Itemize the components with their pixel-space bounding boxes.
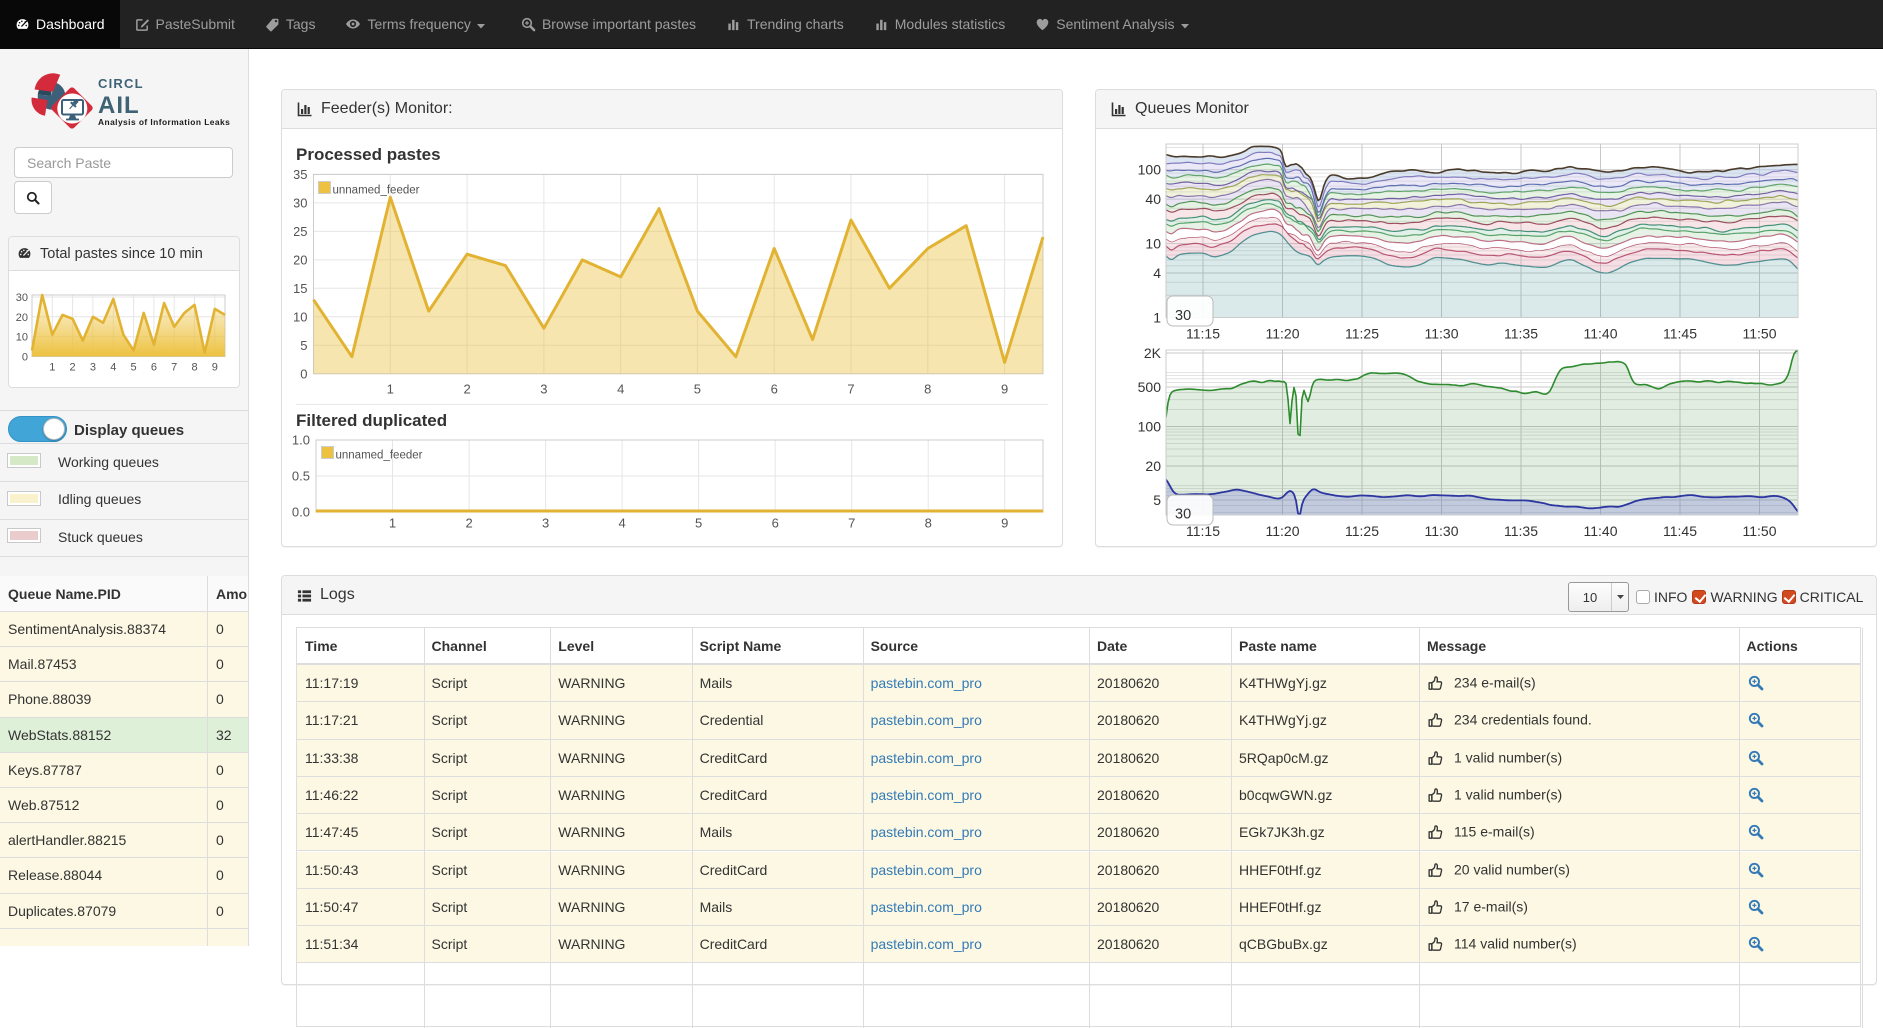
svg-text:25: 25 xyxy=(294,224,308,239)
svg-text:1: 1 xyxy=(49,362,55,374)
svg-text:9: 9 xyxy=(1001,381,1008,396)
svg-text:11:30: 11:30 xyxy=(1425,523,1459,539)
svg-text:11:25: 11:25 xyxy=(1345,326,1379,342)
svg-text:40: 40 xyxy=(1145,191,1161,207)
svg-text:1: 1 xyxy=(387,381,394,396)
svg-text:35: 35 xyxy=(294,168,308,182)
svg-text:7: 7 xyxy=(171,362,177,374)
svg-text:11:45: 11:45 xyxy=(1663,326,1697,342)
svg-text:0.0: 0.0 xyxy=(292,505,310,520)
svg-text:8: 8 xyxy=(925,516,932,531)
svg-text:4: 4 xyxy=(617,381,624,396)
svg-text:1: 1 xyxy=(389,516,396,531)
svg-text:0: 0 xyxy=(300,366,307,381)
svg-text:5: 5 xyxy=(300,338,307,353)
svg-text:4: 4 xyxy=(618,516,625,531)
svg-text:unnamed_feeder: unnamed_feeder xyxy=(333,185,420,197)
svg-text:6: 6 xyxy=(772,516,779,531)
svg-text:3: 3 xyxy=(542,516,549,531)
svg-text:20: 20 xyxy=(1145,458,1161,474)
svg-text:unnamed_feeder: unnamed_feeder xyxy=(336,450,423,462)
svg-text:100: 100 xyxy=(1138,419,1162,435)
svg-text:8: 8 xyxy=(924,381,931,396)
svg-text:11:50: 11:50 xyxy=(1743,326,1777,342)
svg-text:0.5: 0.5 xyxy=(292,469,310,484)
svg-text:8: 8 xyxy=(191,362,197,374)
svg-text:11:35: 11:35 xyxy=(1504,523,1538,539)
svg-text:11:20: 11:20 xyxy=(1266,523,1300,539)
svg-text:4: 4 xyxy=(110,362,116,374)
svg-text:30: 30 xyxy=(1175,308,1191,324)
svg-text:7: 7 xyxy=(847,381,854,396)
svg-text:500: 500 xyxy=(1138,379,1162,395)
svg-text:11:30: 11:30 xyxy=(1425,326,1459,342)
svg-text:20: 20 xyxy=(294,252,308,267)
svg-text:3: 3 xyxy=(90,362,96,374)
svg-text:7: 7 xyxy=(848,516,855,531)
svg-text:5: 5 xyxy=(694,381,701,396)
svg-text:10: 10 xyxy=(16,332,28,344)
svg-text:9: 9 xyxy=(212,362,218,374)
svg-text:11:50: 11:50 xyxy=(1743,523,1777,539)
svg-text:30: 30 xyxy=(1175,507,1191,523)
svg-text:11:45: 11:45 xyxy=(1663,523,1697,539)
svg-text:1.0: 1.0 xyxy=(292,433,310,448)
svg-text:11:15: 11:15 xyxy=(1186,326,1220,342)
svg-text:9: 9 xyxy=(1001,516,1008,531)
svg-text:30: 30 xyxy=(294,195,308,210)
svg-text:2: 2 xyxy=(463,381,470,396)
svg-text:2K: 2K xyxy=(1144,345,1162,361)
svg-text:0: 0 xyxy=(22,352,28,364)
svg-text:15: 15 xyxy=(294,281,308,296)
svg-text:3: 3 xyxy=(540,381,547,396)
svg-text:2: 2 xyxy=(465,516,472,531)
svg-text:11:35: 11:35 xyxy=(1504,326,1538,342)
svg-text:11:20: 11:20 xyxy=(1266,326,1300,342)
svg-text:11:40: 11:40 xyxy=(1584,326,1618,342)
svg-text:5: 5 xyxy=(1153,492,1161,508)
svg-text:1: 1 xyxy=(1153,310,1161,326)
svg-text:5: 5 xyxy=(695,516,702,531)
svg-text:20: 20 xyxy=(16,312,28,324)
svg-text:100: 100 xyxy=(1138,162,1162,178)
svg-text:11:25: 11:25 xyxy=(1345,523,1379,539)
svg-text:30: 30 xyxy=(16,292,28,304)
svg-text:6: 6 xyxy=(151,362,157,374)
svg-text:4: 4 xyxy=(1153,265,1161,281)
svg-text:10: 10 xyxy=(294,309,308,324)
svg-text:10: 10 xyxy=(1145,236,1161,252)
svg-text:5: 5 xyxy=(131,362,137,374)
svg-text:6: 6 xyxy=(771,381,778,396)
svg-text:11:40: 11:40 xyxy=(1584,523,1618,539)
svg-text:2: 2 xyxy=(70,362,76,374)
